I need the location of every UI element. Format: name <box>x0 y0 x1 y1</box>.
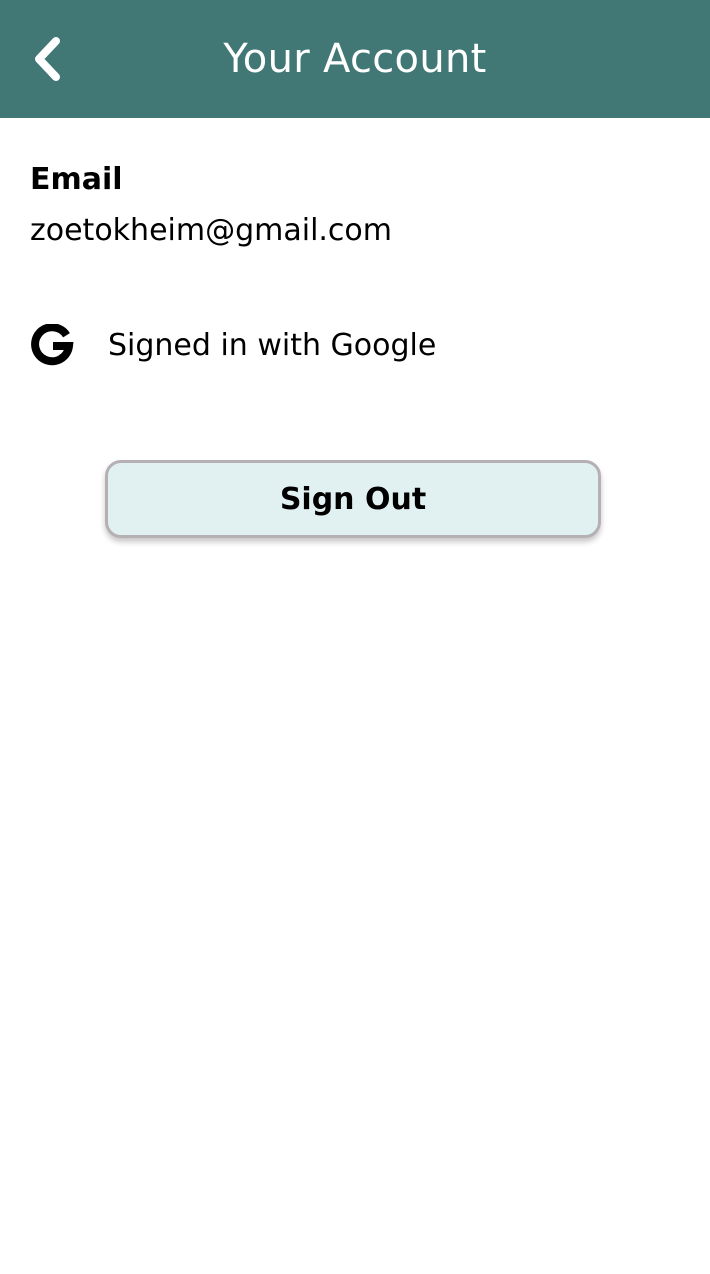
email-label: Email <box>30 162 123 197</box>
sign-in-provider-row: Signed in with Google <box>30 320 436 372</box>
page-title: Your Account <box>223 36 487 82</box>
email-value: zoetokheim@gmail.com <box>30 213 393 248</box>
back-button[interactable] <box>18 24 78 94</box>
chevron-left-icon <box>35 37 60 81</box>
app-header: Your Account <box>0 0 710 118</box>
sign-out-button[interactable]: Sign Out <box>105 460 601 538</box>
sign-in-provider-text: Signed in with Google <box>108 328 437 363</box>
google-icon <box>31 324 74 366</box>
